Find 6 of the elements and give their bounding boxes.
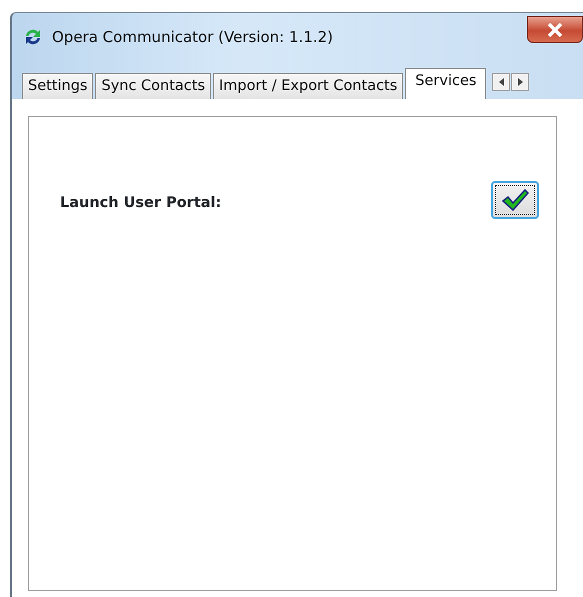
window-title: Opera Communicator (Version: 1.1.2) bbox=[52, 26, 334, 48]
tab[interactable]: Sync Contacts bbox=[95, 72, 212, 99]
tab[interactable]: Services bbox=[405, 68, 486, 99]
tab[interactable]: Settings bbox=[22, 72, 94, 99]
tab[interactable]: Import / Export Contacts bbox=[213, 72, 404, 99]
field-label: Launch User Portal: bbox=[60, 194, 222, 213]
